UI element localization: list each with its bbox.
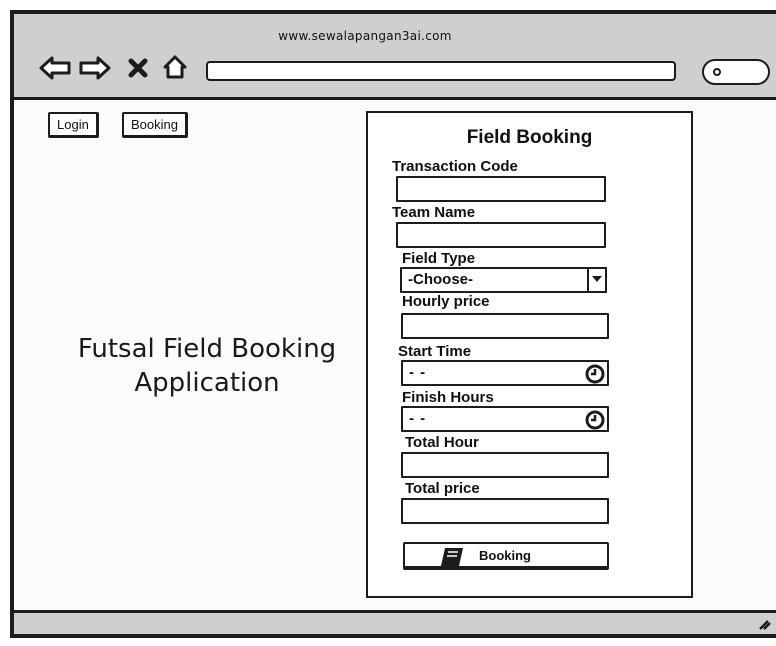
total-price-field[interactable] [401, 498, 609, 524]
field-type-select[interactable]: -Choose- [400, 267, 607, 293]
status-bar [14, 610, 776, 634]
hourly-price-label: Hourly price [402, 293, 490, 310]
search-icon [713, 68, 721, 76]
field-type-label: Field Type [402, 250, 476, 267]
home-icon[interactable] [162, 54, 188, 80]
book-icon [441, 548, 463, 566]
transaction-code-label: Transaction Code [392, 158, 518, 175]
close-icon[interactable] [128, 58, 148, 78]
app-title-line1: Futsal Field Booking [77, 334, 337, 364]
login-button[interactable]: Login [48, 112, 99, 138]
app-title-line2: Application [134, 368, 280, 398]
booking-submit-label: Booking [479, 548, 531, 563]
search-button[interactable] [702, 59, 770, 85]
team-name-field[interactable] [396, 222, 606, 248]
start-time-value: - - [409, 364, 427, 381]
booking-nav-button[interactable]: Booking [122, 112, 188, 138]
back-arrow-icon[interactable] [38, 55, 72, 81]
start-time-label: Start Time [398, 343, 472, 360]
browser-window: www.sewalapangan3ai.com Login Booking Fu… [10, 10, 776, 638]
transaction-code-field[interactable] [396, 176, 606, 202]
resize-grip-icon[interactable] [756, 615, 772, 631]
form-title: Field Booking [466, 127, 593, 148]
app-title: Futsal Field Booking Application [42, 332, 372, 400]
address-bar[interactable] [206, 61, 676, 81]
hourly-price-field[interactable] [401, 313, 609, 339]
finish-hours-value: - - [409, 410, 427, 427]
booking-form-panel: Field Booking Transaction Code Team Name… [366, 111, 693, 598]
clock-icon[interactable] [585, 364, 605, 384]
total-price-label: Total price [405, 480, 480, 497]
start-time-field[interactable]: - - [401, 360, 609, 386]
field-type-value: -Choose- [408, 271, 473, 288]
total-hour-label: Total Hour [405, 434, 479, 451]
booking-submit-button[interactable]: Booking [403, 542, 609, 570]
team-name-label: Team Name [392, 204, 476, 221]
browser-toolbar: www.sewalapangan3ai.com [14, 14, 776, 100]
chevron-down-icon[interactable] [587, 267, 607, 293]
forward-arrow-icon[interactable] [78, 55, 112, 81]
total-hour-field[interactable] [401, 452, 609, 478]
clock-icon[interactable] [585, 410, 605, 430]
finish-hours-label: Finish Hours [402, 389, 494, 406]
page-url: www.sewalapangan3ai.com [278, 29, 452, 43]
finish-hours-field[interactable]: - - [401, 406, 609, 432]
